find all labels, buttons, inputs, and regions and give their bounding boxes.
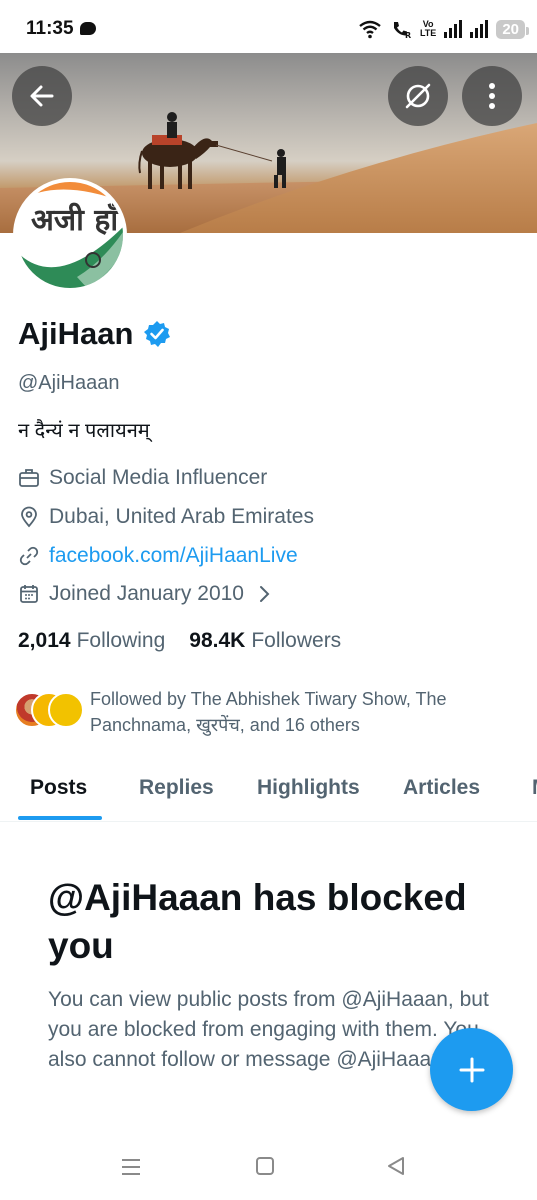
location-pin-icon [21, 506, 37, 528]
briefcase-icon [19, 469, 39, 487]
tab-highlights[interactable]: Highlights [257, 776, 360, 800]
calendar-icon [20, 585, 38, 603]
followers-label: Followers [251, 629, 342, 652]
status-time: 11:35 [26, 18, 74, 39]
tab-articles[interactable]: Articles [403, 776, 480, 800]
menu-icon [122, 1159, 140, 1175]
bio: न दैन्यं न पलायनम् [18, 420, 150, 442]
link-icon [19, 546, 39, 566]
back-triangle-icon [388, 1157, 404, 1175]
more-button[interactable] [462, 66, 522, 126]
followers-link[interactable]: 98.4K Followers [189, 629, 341, 653]
status-icons: R Vo LTE 20 [358, 16, 529, 42]
avatar-logo: अजी हाँ [17, 182, 123, 288]
avatar-text: अजी हाँ [31, 202, 120, 238]
profile-website[interactable]: facebook.com/AjiHaanLive [18, 544, 298, 568]
profile-joined[interactable]: Joined January 2010 [18, 582, 271, 606]
home-button[interactable] [255, 1156, 275, 1181]
active-tab-indicator [18, 816, 102, 820]
arrow-left-icon [30, 85, 54, 107]
volte-indicator: Vo LTE [419, 19, 437, 38]
joined-text: Joined January 2010 [49, 582, 244, 605]
followed-by-text: Followed by The Abhishek Tiwary Show, Th… [90, 689, 447, 735]
home-square-icon [256, 1157, 274, 1175]
follower-avatar-3 [48, 692, 84, 728]
profile-location: Dubai, United Arab Emirates [18, 505, 314, 529]
wifi-icon [359, 20, 381, 39]
signal-icon-2 [470, 20, 489, 38]
status-bar: 11:35 R Vo LTE 20 [0, 0, 537, 56]
profile-tabs: Posts Replies Highlights Articles M [0, 760, 537, 822]
avatar[interactable]: अजी हाँ [13, 178, 127, 292]
grok-button[interactable] [388, 66, 448, 126]
following-count: 2,014 [18, 629, 71, 652]
followed-by[interactable]: Followed by The Abhishek Tiwary Show, Th… [14, 686, 500, 738]
location-text: Dubai, United Arab Emirates [49, 505, 314, 528]
display-name: AjiHaan [18, 316, 134, 351]
handle: @AjiHaaan [18, 372, 120, 394]
more-vertical-icon [489, 83, 495, 109]
following-label: Following [76, 629, 166, 652]
following-link[interactable]: 2,014 Following [18, 629, 165, 653]
website-link[interactable]: facebook.com/AjiHaanLive [49, 544, 298, 568]
grok-icon [405, 83, 431, 109]
svg-text:R: R [405, 31, 411, 39]
system-nav-bar [0, 1140, 537, 1200]
tab-posts[interactable]: Posts [30, 776, 87, 800]
tab-replies[interactable]: Replies [139, 776, 214, 800]
tab-media[interactable]: M [532, 776, 537, 800]
chevron-right-icon [259, 586, 270, 602]
display-name-row: AjiHaan [18, 316, 171, 352]
system-back-button[interactable] [386, 1156, 406, 1181]
signal-icon [444, 20, 463, 38]
verified-badge-icon[interactable] [143, 320, 171, 348]
followed-by-avatars [14, 686, 84, 728]
category-text: Social Media Influencer [49, 466, 268, 489]
wifi-calling-icon: R [393, 22, 411, 39]
battery-indicator: 20 [496, 19, 529, 39]
recents-button[interactable] [120, 1156, 142, 1183]
chat-notification-icon [80, 22, 96, 35]
blocked-title: @AjiHaaan has blocked you [48, 877, 467, 966]
followers-count: 98.4K [189, 629, 246, 652]
profile-category: Social Media Influencer [18, 466, 267, 490]
back-button[interactable] [12, 66, 72, 126]
compose-button[interactable] [430, 1028, 513, 1111]
plus-icon [459, 1057, 484, 1082]
follow-stats: 2,014 Following 98.4K Followers [18, 629, 341, 653]
